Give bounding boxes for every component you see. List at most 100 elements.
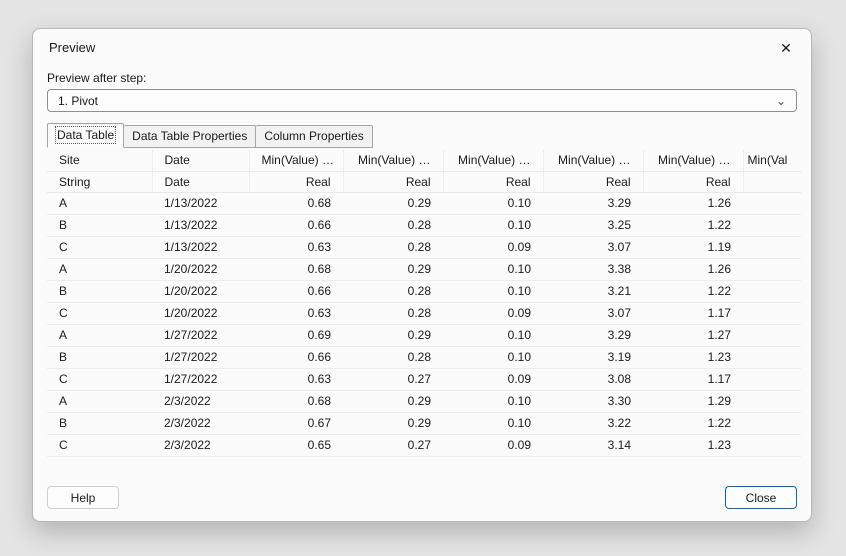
table-row[interactable]: A2/3/20220.680.290.103.301.29 [47,390,801,412]
column-header: Min(Value) … [443,150,543,171]
cell: 0.28 [343,236,443,258]
table-row[interactable]: A1/13/20220.680.290.103.291.26 [47,192,801,214]
table-header-row: SiteDateMin(Value) …Min(Value) …Min(Valu… [47,150,801,171]
table-row[interactable]: C1/13/20220.630.280.093.071.19 [47,236,801,258]
cell: 0.67 [249,412,343,434]
cell: B [47,214,152,236]
cell: 0.09 [443,434,543,456]
cell [743,412,801,434]
cell: Real [249,171,343,192]
tab-data-table[interactable]: Data Table [47,123,124,148]
table-row[interactable]: B1/20/20220.660.280.103.211.22 [47,280,801,302]
cell: 1.22 [643,280,743,302]
cell: 0.29 [343,258,443,280]
cell: 1.17 [643,368,743,390]
cell: 1.22 [643,214,743,236]
cell: A [47,324,152,346]
cell: 0.63 [249,236,343,258]
cell: 0.28 [343,346,443,368]
close-icon: ✕ [780,40,792,56]
column-header: Date [152,150,249,171]
chevron-down-icon: ⌄ [776,96,786,106]
cell: 0.28 [343,214,443,236]
cell: 1/27/2022 [152,346,249,368]
cell: 0.28 [343,302,443,324]
cell: 3.08 [543,368,643,390]
cell: 0.66 [249,214,343,236]
cell: C [47,236,152,258]
cell: 1.23 [643,346,743,368]
cell: 0.10 [443,214,543,236]
desktop-background: Preview ✕ Preview after step: 1. Pivot ⌄… [0,0,846,556]
cell: 3.30 [543,390,643,412]
cell: Date [152,171,249,192]
cell: 0.66 [249,280,343,302]
cell: String [47,171,152,192]
column-header: Min(Value) … [643,150,743,171]
cell: 0.10 [443,192,543,214]
cell: 1/20/2022 [152,280,249,302]
cell: 0.68 [249,258,343,280]
cell: 0.29 [343,390,443,412]
data-table: SiteDateMin(Value) …Min(Value) …Min(Valu… [47,150,801,457]
cell [743,368,801,390]
cell: 1.19 [643,236,743,258]
help-button[interactable]: Help [47,486,119,509]
table-row[interactable]: A1/20/20220.680.290.103.381.26 [47,258,801,280]
preview-dialog: Preview ✕ Preview after step: 1. Pivot ⌄… [32,28,812,522]
cell: 1/27/2022 [152,324,249,346]
cell: 1/20/2022 [152,258,249,280]
cell: 0.69 [249,324,343,346]
table-row[interactable]: C1/20/20220.630.280.093.071.17 [47,302,801,324]
step-dropdown[interactable]: 1. Pivot ⌄ [47,89,797,112]
table-row[interactable]: A1/27/20220.690.290.103.291.27 [47,324,801,346]
cell: C [47,302,152,324]
cell: 0.29 [343,412,443,434]
cell: Real [343,171,443,192]
cell: 3.25 [543,214,643,236]
dialog-footer: Help Close [47,486,797,509]
column-header: Min(Value) … [249,150,343,171]
cell: 3.14 [543,434,643,456]
cell: 3.22 [543,412,643,434]
close-button[interactable]: Close [725,486,797,509]
cell [743,434,801,456]
cell: C [47,368,152,390]
cell: 0.10 [443,280,543,302]
table-row[interactable]: B1/27/20220.660.280.103.191.23 [47,346,801,368]
cell: 0.29 [343,192,443,214]
cell: 1.27 [643,324,743,346]
cell: 1/13/2022 [152,236,249,258]
cell: 0.27 [343,368,443,390]
tab-strip: Data Table Data Table Properties Column Pr… [47,123,797,148]
dialog-close-button[interactable]: ✕ [771,36,801,60]
table-row[interactable]: B1/13/20220.660.280.103.251.22 [47,214,801,236]
cell [743,214,801,236]
table-row[interactable]: C1/27/20220.630.270.093.081.17 [47,368,801,390]
cell [743,171,801,192]
cell: 1/13/2022 [152,192,249,214]
cell: 0.10 [443,346,543,368]
cell: 1.29 [643,390,743,412]
cell: 1/13/2022 [152,214,249,236]
cell: 3.29 [543,192,643,214]
cell: 0.65 [249,434,343,456]
cell: 0.68 [249,192,343,214]
tab-data-table-properties[interactable]: Data Table Properties [124,125,256,148]
cell [743,258,801,280]
column-header: Min(Value) … [343,150,443,171]
cell: 1.23 [643,434,743,456]
table-row[interactable]: B2/3/20220.670.290.103.221.22 [47,412,801,434]
cell [743,302,801,324]
cell: A [47,390,152,412]
cell: B [47,346,152,368]
tab-column-properties[interactable]: Column Properties [256,125,372,148]
table-row[interactable]: C2/3/20220.650.270.093.141.23 [47,434,801,456]
cell: 0.68 [249,390,343,412]
tab-label: Column Properties [264,129,363,143]
cell: B [47,280,152,302]
cell: A [47,258,152,280]
preview-after-step-label: Preview after step: [47,71,797,85]
tab-label: Data Table Properties [132,129,247,143]
cell: Real [443,171,543,192]
